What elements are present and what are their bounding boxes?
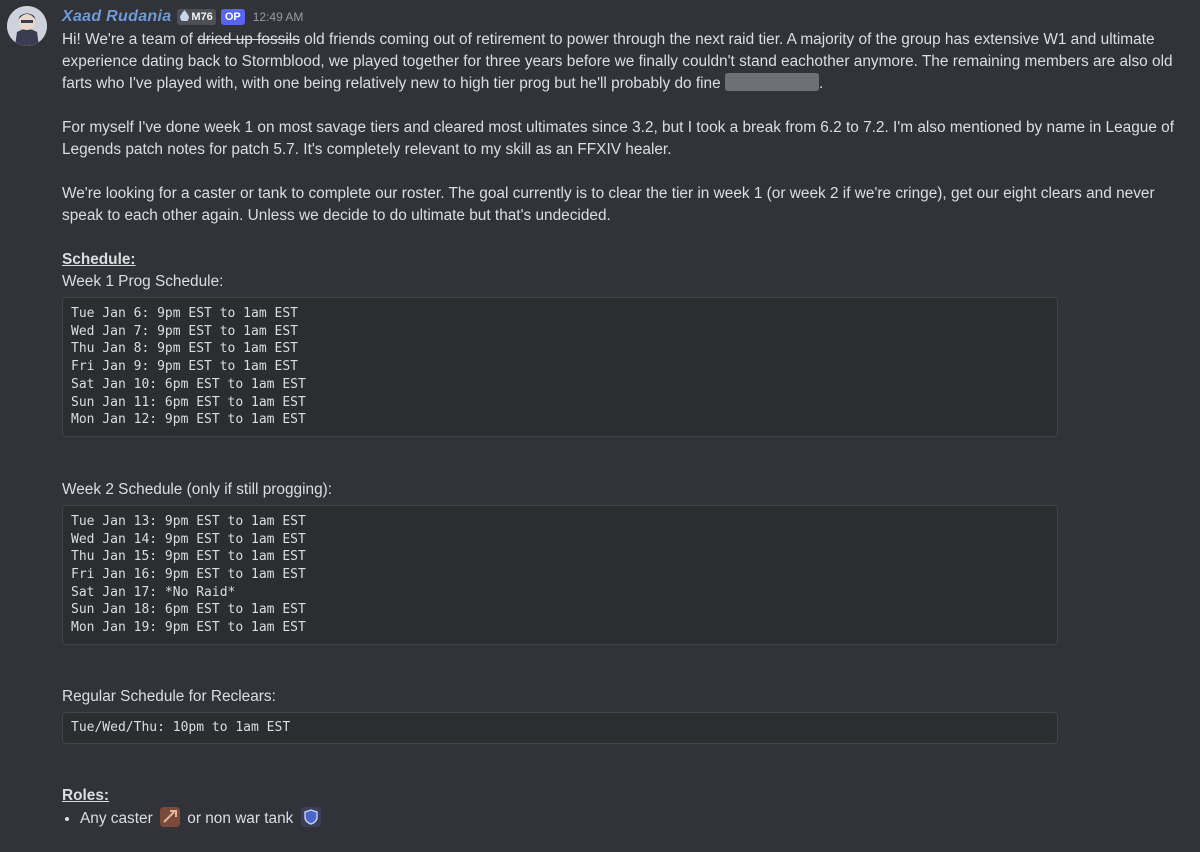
experience-paragraph: For myself I've done week 1 on most sava… [62,119,1175,158]
week2-code-block: Tue Jan 13: 9pm EST to 1am EST Wed Jan 1… [62,504,1058,645]
spoiler-block[interactable] [724,73,819,91]
schedule-heading: Schedule: [62,251,136,268]
regular-code-block: Tue/Wed/Thu: 10pm to 1am EST [62,711,1058,744]
intro-text-end: . [818,75,824,92]
caster-role-icon[interactable] [160,806,180,827]
message-body: Hi! We're a team of dried up fossils old… [62,29,1182,830]
roles-caster-text: Any caster [80,809,153,827]
server-tag[interactable]: M76 [177,9,216,25]
week1-code-block: Tue Jan 6: 9pm EST to 1am EST Wed Jan 7:… [62,297,1058,437]
intro-paragraph: Hi! We're a team of dried up fossils old… [62,29,1182,95]
goal-paragraph: We're looking for a caster or tank to co… [62,185,1155,224]
roles-heading: Roles: [62,786,110,804]
username[interactable]: Xaad Rudania [62,8,171,26]
strikethrough-text: dried up fossils [197,31,300,48]
regular-schedule-label: Regular Schedule for Reclears: [62,687,276,705]
water-drop-icon [180,10,190,24]
roles-tank-text: or non war tank [187,809,294,827]
message: Xaad Rudania M76 OP 12:49 AM Hi! We're a… [62,6,1182,830]
message-header: Xaad Rudania M76 OP 12:49 AM [62,6,1182,28]
tank-role-icon[interactable] [300,806,321,827]
op-badge: OP [220,9,245,25]
week2-label: Week 2 Schedule (only if still progging)… [62,480,333,498]
server-tag-label: M76 [191,11,213,23]
avatar[interactable] [7,6,47,46]
timestamp[interactable]: 12:49 AM [253,10,304,24]
week1-label: Week 1 Prog Schedule: [62,273,224,290]
intro-text-start: Hi! We're a team of [62,31,198,48]
list-item: Any caster or non war tank [80,806,1182,830]
roles-list: Any caster or non war tank [62,806,1182,830]
